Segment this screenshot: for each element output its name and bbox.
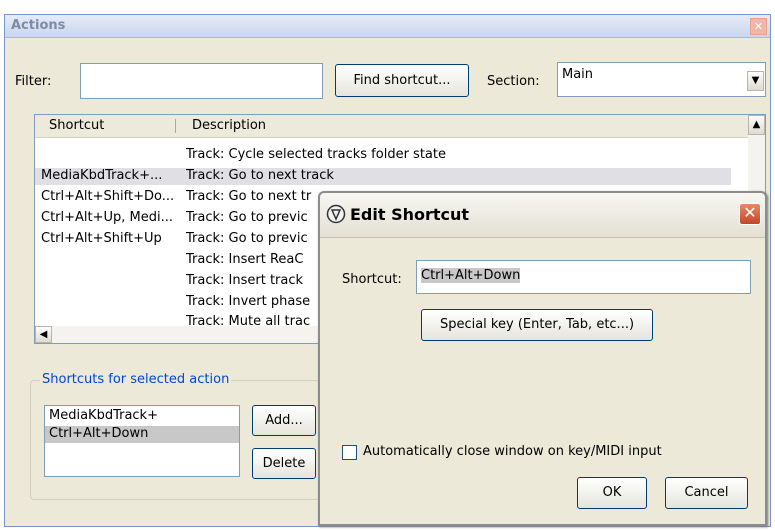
close-icon[interactable]: ✕ bbox=[750, 18, 767, 35]
special-key-button[interactable]: Special key (Enter, Tab, etc...) bbox=[421, 309, 653, 341]
edit-shortcut-title: Edit Shortcut bbox=[350, 205, 470, 224]
chevron-down-icon[interactable]: ▼ bbox=[747, 71, 764, 91]
filter-label: Filter: bbox=[15, 74, 52, 89]
find-shortcut-button[interactable]: Find shortcut... bbox=[335, 64, 469, 97]
delete-button[interactable]: Delete bbox=[252, 448, 316, 479]
actions-titlebar[interactable]: Actions ✕ bbox=[5, 15, 770, 38]
list-item[interactable]: MediaKbdTrack+ bbox=[45, 408, 239, 425]
auto-close-checkbox-label[interactable]: Automatically close window on key/MIDI i… bbox=[363, 444, 662, 459]
column-separator[interactable] bbox=[175, 119, 176, 133]
shortcut-label: Shortcut: bbox=[342, 272, 402, 287]
ok-button[interactable]: OK bbox=[577, 477, 647, 509]
cancel-button[interactable]: Cancel bbox=[665, 477, 748, 509]
table-row[interactable]: Track: Cycle selected tracks folder stat… bbox=[35, 147, 731, 164]
section-select[interactable]: Main ▼ bbox=[557, 62, 766, 97]
auto-close-checkbox[interactable] bbox=[342, 445, 357, 460]
shortcut-input[interactable]: Ctrl+Alt+Down bbox=[416, 260, 751, 294]
edit-shortcut-titlebar[interactable]: Edit Shortcut ✕ bbox=[320, 193, 765, 238]
column-header-description[interactable]: Description bbox=[192, 118, 266, 133]
section-label: Section: bbox=[487, 74, 540, 89]
selected-shortcuts-list[interactable]: MediaKbdTrack+ Ctrl+Alt+Down bbox=[44, 405, 240, 477]
column-header-shortcut[interactable]: Shortcut bbox=[49, 118, 104, 133]
actions-window-title: Actions bbox=[11, 18, 66, 33]
add-button[interactable]: Add... bbox=[252, 405, 316, 436]
filter-input[interactable] bbox=[80, 63, 323, 99]
section-select-value: Main bbox=[562, 67, 594, 82]
list-item[interactable]: Ctrl+Alt+Down bbox=[45, 426, 239, 443]
shortcuts-group-title: Shortcuts for selected action bbox=[40, 372, 232, 387]
actions-list-header: Shortcut Description bbox=[35, 115, 749, 138]
table-row[interactable]: MediaKbdTrack+... Track: Go to next trac… bbox=[35, 168, 731, 185]
shortcut-input-value: Ctrl+Alt+Down bbox=[421, 268, 521, 283]
close-icon[interactable]: ✕ bbox=[739, 203, 761, 225]
edit-shortcut-dialog: Edit Shortcut ✕ Shortcut: Ctrl+Alt+Down … bbox=[318, 191, 767, 526]
arrow-left-icon[interactable]: ◀ bbox=[35, 326, 52, 343]
reaper-icon bbox=[326, 204, 346, 224]
arrow-up-icon[interactable]: ▲ bbox=[748, 115, 765, 135]
